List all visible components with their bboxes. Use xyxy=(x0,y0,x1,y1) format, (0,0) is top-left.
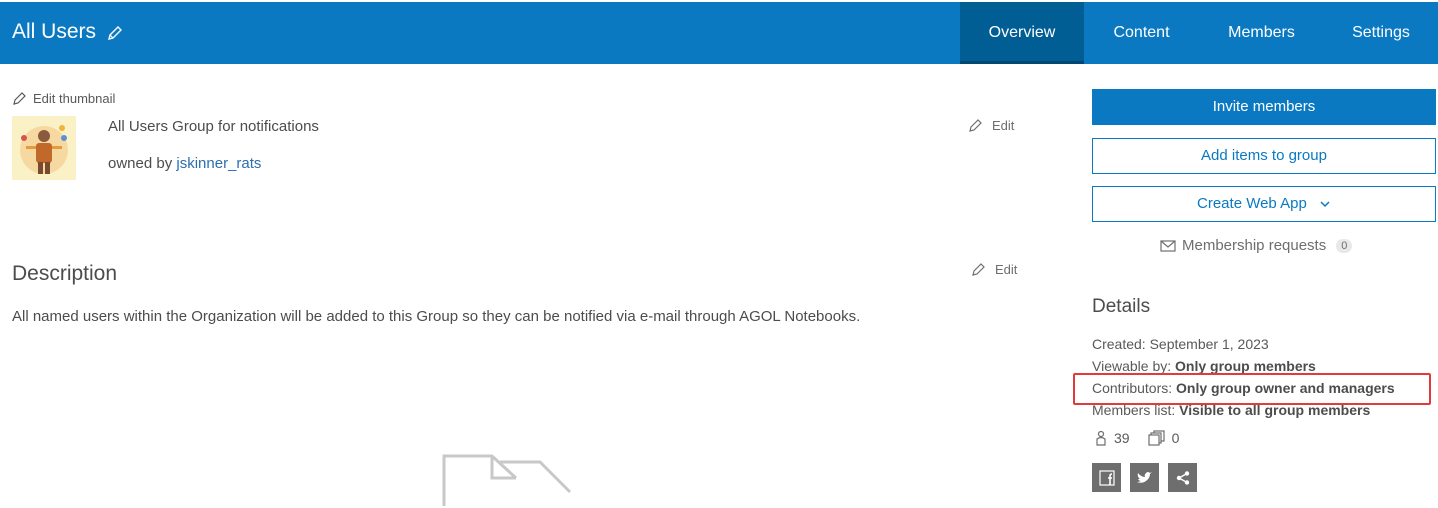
share-icon xyxy=(1176,470,1189,485)
members-list-value: Visible to all group members xyxy=(1179,402,1371,418)
viewable-value: Only group members xyxy=(1175,358,1316,374)
empty-document-icon xyxy=(442,454,572,506)
detail-viewable: Viewable by: Only group members xyxy=(1092,358,1316,374)
edit-summary-link[interactable]: Edit xyxy=(968,117,1014,133)
add-items-button[interactable]: Add items to group xyxy=(1092,138,1436,174)
chevron-down-icon xyxy=(1320,201,1330,208)
pencil-icon[interactable] xyxy=(106,24,124,42)
edit-thumbnail-label: Edit thumbnail xyxy=(33,90,116,106)
highlight-annotation xyxy=(1073,373,1431,405)
description-text: All named users within the Organization … xyxy=(12,308,861,325)
edit-summary-label: Edit xyxy=(992,117,1015,133)
user-icon xyxy=(1096,430,1106,446)
members-list-label: Members list: xyxy=(1092,402,1176,418)
twitter-share-button[interactable] xyxy=(1130,463,1159,492)
membership-requests-count: 0 xyxy=(1336,238,1353,253)
created-value: September 1, 2023 xyxy=(1149,336,1269,352)
facebook-icon xyxy=(1098,469,1115,486)
envelope-icon xyxy=(1160,239,1176,252)
owned-by-prefix: owned by xyxy=(108,155,173,172)
edit-thumbnail-link[interactable]: Edit thumbnail xyxy=(12,90,115,106)
membership-requests-link[interactable]: Membership requests 0 xyxy=(1160,237,1353,254)
pencil-icon xyxy=(972,263,985,276)
invite-members-button[interactable]: Invite members xyxy=(1092,89,1436,125)
group-tabs: Overview Content Members Settings xyxy=(960,2,1438,64)
description-heading: Description xyxy=(12,262,118,285)
tab-settings[interactable]: Settings xyxy=(1324,2,1438,64)
group-header: All Users Overview Content Members Setti… xyxy=(0,2,1438,64)
edit-description-label: Edit xyxy=(995,261,1018,277)
tab-members[interactable]: Members xyxy=(1199,2,1324,64)
group-title: All Users xyxy=(12,20,97,43)
pencil-icon xyxy=(13,92,26,105)
member-count: 39 xyxy=(1114,430,1130,446)
share-link-button[interactable] xyxy=(1168,463,1197,492)
tab-content[interactable]: Content xyxy=(1084,2,1199,64)
create-web-app-button[interactable]: Create Web App xyxy=(1092,186,1436,222)
membership-requests-label: Membership requests xyxy=(1182,237,1327,254)
owner-link[interactable]: jskinner_rats xyxy=(176,155,261,172)
edit-description-link[interactable]: Edit xyxy=(971,261,1017,277)
detail-members-list: Members list: Visible to all group membe… xyxy=(1092,402,1370,418)
pencil-icon xyxy=(969,119,982,132)
viewable-label: Viewable by: xyxy=(1092,358,1172,374)
create-web-app-label: Create Web App xyxy=(1197,195,1307,212)
created-label: Created: xyxy=(1092,336,1146,352)
item-count: 0 xyxy=(1171,430,1180,446)
group-counts: 39 0 xyxy=(1094,430,1179,446)
group-thumbnail xyxy=(12,116,76,180)
details-heading: Details xyxy=(1092,296,1151,317)
tab-overview[interactable]: Overview xyxy=(960,2,1084,64)
group-thumbnail-illustration xyxy=(12,116,76,180)
group-owner: owned by jskinner_rats xyxy=(108,155,261,172)
detail-created: Created: September 1, 2023 xyxy=(1092,336,1269,352)
group-summary: All Users Group for notifications xyxy=(108,118,319,135)
items-stack-icon xyxy=(1147,430,1165,446)
twitter-icon xyxy=(1137,471,1152,483)
facebook-share-button[interactable] xyxy=(1092,463,1121,492)
